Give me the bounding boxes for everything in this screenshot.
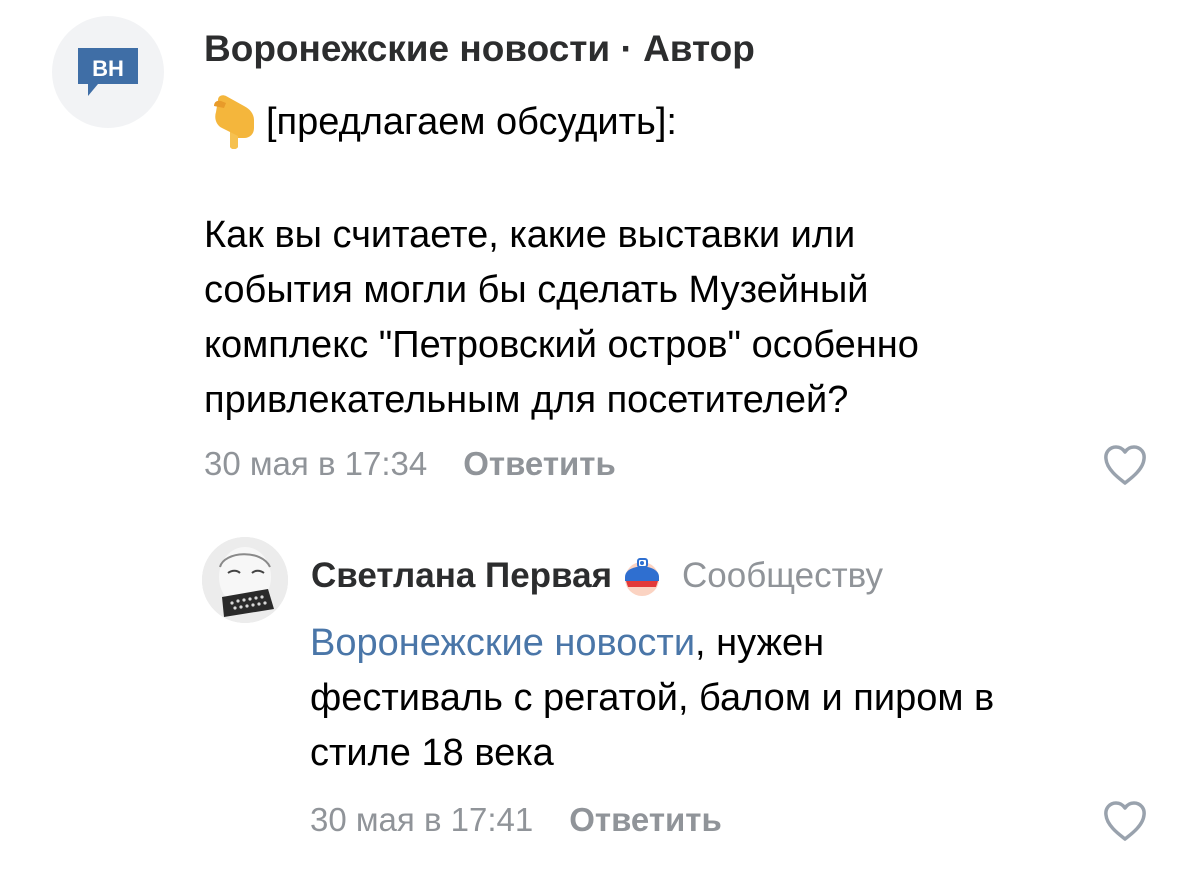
reply-meta: 30 мая в 17:41 Ответить [310, 798, 722, 842]
comment-timestamp[interactable]: 30 мая в 17:34 [204, 445, 427, 483]
author-line: Воронежские новости · Автор [204, 28, 755, 70]
author-separator: · [610, 28, 644, 69]
reply-text-after-mention: , нужен [695, 622, 825, 664]
reply-body-line: Воронежские новости, нужен [310, 616, 994, 671]
reply-to-label[interactable]: Сообществу [682, 556, 883, 596]
reply-body-line: фестиваль с регатой, балом и пиром в [310, 677, 995, 719]
avatar-initials: ВН [92, 56, 124, 81]
reply-author-line: Светлана Первая Сообществу [311, 551, 883, 601]
reply-body-line: стиле 18 века [310, 732, 554, 774]
reply-timestamp[interactable]: 30 мая в 17:41 [310, 801, 533, 839]
comment-body-line: комплекс "Петровский остров" особенно [204, 324, 919, 366]
author-role: Автор [643, 28, 755, 69]
heart-icon[interactable] [1101, 799, 1149, 843]
reply-author-name[interactable]: Светлана Первая [311, 556, 612, 596]
comment-line1-text: [предлагаем обсудить]: [266, 100, 677, 143]
author-name[interactable]: Воронежские новости [204, 28, 610, 69]
heart-icon[interactable] [1101, 443, 1149, 487]
backhand-index-pointing-down-icon [214, 95, 254, 149]
reply-button[interactable]: Ответить [463, 445, 616, 483]
comment-body: Как вы считаете, какие выставки или собы… [204, 208, 919, 428]
avatar[interactable] [202, 537, 288, 623]
user-photo-icon [202, 537, 288, 623]
comment-first-line: [предлагаем обсудить]: [204, 92, 677, 152]
comment-body-line: события могли бы сделать Музейный [204, 269, 869, 311]
reply-button[interactable]: Ответить [569, 801, 722, 839]
reply-body: Воронежские новости, нужен фестиваль с р… [310, 616, 994, 781]
avatar[interactable]: ВН [52, 16, 164, 128]
mention-link[interactable]: Воронежские новости [310, 622, 695, 664]
comment-meta: 30 мая в 17:34 Ответить [204, 442, 616, 486]
comment-body-line: Как вы считаете, какие выставки или [204, 214, 856, 256]
comment-body-line: привлекательным для посетителей? [204, 379, 849, 421]
vn-logo-icon: ВН [78, 48, 138, 96]
donut-badge-icon[interactable] [620, 553, 664, 599]
